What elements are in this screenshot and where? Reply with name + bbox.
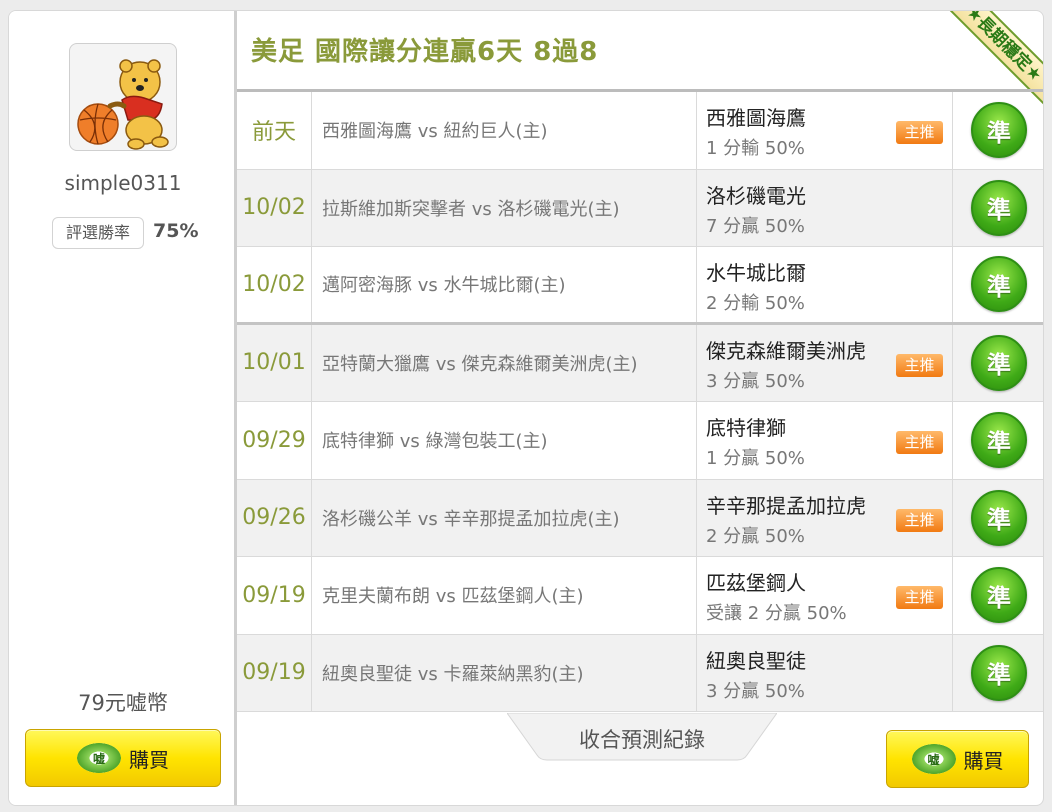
row-date: 10/02: [237, 169, 312, 246]
main-pick-badge: 主推: [896, 353, 943, 377]
table-row: 09/29 底特律獅 vs 綠灣包裝工(主) 底特律獅 1 分贏 50% 主推 準: [237, 402, 1043, 480]
pick-detail: 1 分輸 50%: [706, 138, 805, 159]
row-result: 準: [953, 557, 1043, 634]
coin-icon: 嘘: [911, 744, 956, 774]
win-rate-value: 75%: [153, 220, 199, 242]
row-pick: 洛杉磯電光 7 分贏 50%: [697, 169, 953, 246]
row-match: 西雅圖海鷹 vs 紐約巨人(主): [312, 92, 697, 169]
row-pick: 底特律獅 1 分贏 50% 主推: [697, 402, 953, 479]
row-match: 拉斯維加斯突擊者 vs 洛杉磯電光(主): [312, 169, 697, 246]
price-text: 79元嘘幣: [78, 691, 168, 715]
row-result: 準: [953, 247, 1043, 322]
row-pick: 紐奧良聖徒 3 分贏 50%: [697, 634, 953, 711]
row-match: 邁阿密海豚 vs 水牛城比爾(主): [312, 247, 697, 322]
pick-team: 洛杉磯電光: [706, 183, 806, 208]
row-pick: 辛辛那提孟加拉虎 2 分贏 50% 主推: [697, 479, 953, 556]
row-match: 克里夫蘭布朗 vs 匹茲堡鋼人(主): [312, 557, 697, 634]
pick-team: 水牛城比爾: [706, 261, 806, 285]
row-match: 紐奧良聖徒 vs 卡羅萊納黑豹(主): [312, 634, 697, 711]
row-pick: 西雅圖海鷹 1 分輸 50% 主推: [697, 92, 953, 169]
result-correct-icon: 準: [971, 334, 1027, 391]
row-date: 09/19: [237, 634, 312, 711]
row-date: 09/29: [237, 402, 312, 479]
avatar[interactable]: [69, 43, 177, 151]
pick-detail: 2 分輸 50%: [706, 293, 805, 314]
username: simple0311: [64, 171, 182, 195]
row-date: 09/19: [237, 557, 312, 634]
pick-detail: 1 分贏 50%: [706, 448, 805, 469]
pick-team: 傑克森維爾美洲虎: [706, 338, 866, 363]
row-result: 準: [953, 480, 1043, 557]
pick-team: 紐奧良聖徒: [706, 648, 806, 673]
pick-team: 西雅圖海鷹: [706, 106, 806, 130]
buy-button-main[interactable]: 嘘 購買: [886, 730, 1029, 788]
pick-detail: 2 分贏 50%: [706, 525, 805, 547]
row-pick: 傑克森維爾美洲虎 3 分贏 50% 主推: [697, 324, 953, 401]
prediction-table: 前天 西雅圖海鷹 vs 紐約巨人(主) 西雅圖海鷹 1 分輸 50% 主推準 10/02 拉…: [237, 92, 1043, 712]
pick-detail: 3 分贏 50%: [706, 370, 805, 392]
row-result: 準: [953, 92, 1043, 169]
main-pick-badge: 主推: [896, 586, 943, 609]
result-correct-icon: 準: [971, 256, 1027, 313]
row-match: 亞特蘭大獵鷹 vs 傑克森維爾美洲虎(主): [312, 324, 697, 401]
pooh-avatar-icon: [77, 59, 169, 150]
row-match: 洛杉磯公羊 vs 辛辛那提孟加拉虎(主): [312, 479, 697, 556]
row-result: 準: [953, 635, 1043, 712]
table-row: 10/02 拉斯維加斯突擊者 vs 洛杉磯電光(主) 洛杉磯電光 7 分贏 50% 準: [237, 169, 1043, 247]
pick-detail: 受讓 2 分贏 50%: [706, 603, 847, 624]
row-pick: 匹茲堡鋼人受讓 2 分贏 50% 主推: [697, 557, 953, 634]
row-pick: 水牛城比爾 2 分輸 50%: [697, 247, 953, 322]
buy-button-sidebar[interactable]: 嘘 購買: [25, 729, 221, 787]
table-row: 09/19 克里夫蘭布朗 vs 匹茲堡鋼人(主) 匹茲堡鋼人受讓 2 分贏 50% 主…: [237, 557, 1043, 635]
pick-team: 辛辛那提孟加拉虎: [706, 493, 866, 518]
pick-detail: 3 分贏 50%: [706, 680, 805, 702]
pick-team: 底特律獅: [706, 416, 786, 440]
coin-icon: 嘘: [77, 743, 121, 773]
table-row: 09/19 紐奧良聖徒 vs 卡羅萊納黑豹(主) 紐奧良聖徒 3 分贏 50% 準: [237, 634, 1043, 712]
result-correct-icon: 準: [971, 179, 1027, 236]
table-row: 09/26 洛杉磯公羊 vs 辛辛那提孟加拉虎(主) 辛辛那提孟加拉虎 2 分贏 50…: [237, 479, 1043, 557]
main-pick-badge: 主推: [896, 431, 943, 454]
row-match: 底特律獅 vs 綠灣包裝工(主): [312, 402, 697, 479]
prediction-panel: 美足 國際讓分連贏6天 8過8 ★長期穩定★ 前天 西雅圖海鷹 vs 紐約巨人(主…: [237, 11, 1043, 805]
row-date: 10/01: [237, 324, 312, 401]
row-date: 10/02: [237, 247, 312, 322]
collapse-records-button[interactable]: 收合預測紀錄: [507, 715, 777, 763]
table-row: 10/01 亞特蘭大獵鷹 vs 傑克森維爾美洲虎(主) 傑克森維爾美洲虎 3 分贏 5…: [237, 324, 1043, 402]
row-result: 準: [953, 325, 1043, 402]
table-row: 10/02 邁阿密海豚 vs 水牛城比爾(主) 水牛城比爾 2 分輸 50% 準: [237, 247, 1043, 325]
buy-button-label: 購買: [129, 747, 169, 772]
result-correct-icon: 準: [971, 412, 1027, 469]
win-rate-label: 評選勝率: [52, 217, 144, 249]
result-correct-icon: 準: [971, 102, 1027, 159]
pick-detail: 7 分贏 50%: [706, 215, 805, 237]
row-date: 前天: [237, 92, 312, 169]
result-correct-icon: 準: [971, 489, 1027, 546]
pick-team: 匹茲堡鋼人: [706, 571, 806, 595]
row-result: 準: [953, 170, 1043, 247]
result-correct-icon: 準: [971, 644, 1027, 701]
prediction-card: simple0311 評選勝率 75% 79元嘘幣 嘘 購買 美足 國際讓分連贏…: [8, 10, 1044, 806]
result-correct-icon: 準: [971, 567, 1027, 624]
panel-title: 美足 國際讓分連贏6天 8過8: [251, 37, 599, 67]
buy-button-label: 購買: [963, 748, 1004, 773]
main-pick-badge: 主推: [896, 508, 943, 532]
main-pick-badge: 主推: [896, 121, 943, 144]
row-date: 09/26: [237, 479, 312, 556]
sidebar: simple0311 評選勝率 75% 79元嘘幣 嘘 購買: [9, 11, 237, 805]
row-result: 準: [953, 402, 1043, 479]
table-row: 前天 西雅圖海鷹 vs 紐約巨人(主) 西雅圖海鷹 1 分輸 50% 主推 準: [237, 92, 1043, 170]
